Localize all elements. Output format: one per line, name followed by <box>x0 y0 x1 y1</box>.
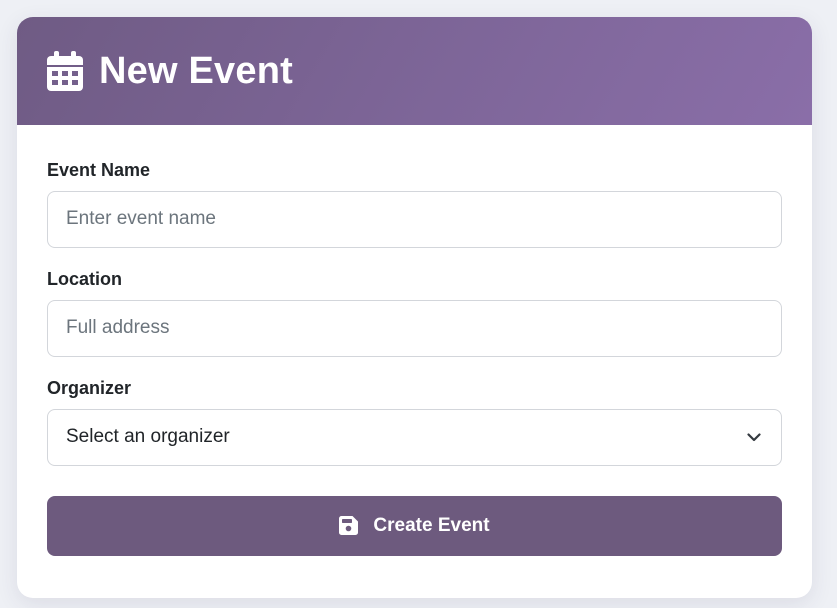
card-header: New Event <box>17 17 812 125</box>
event-name-input[interactable] <box>47 190 782 248</box>
create-event-label: Create Event <box>373 514 490 536</box>
organizer-label: Organizer <box>47 377 132 398</box>
organizer-select-value: Select an organizer <box>66 426 230 448</box>
organizer-select[interactable]: Select an organizer <box>47 408 782 466</box>
location-input[interactable] <box>47 299 782 357</box>
save-icon <box>339 516 359 536</box>
chevron-down-icon <box>747 433 761 441</box>
organizer-field-group: Organizer Select an organizer <box>47 377 782 466</box>
page-title: New Event <box>99 50 293 92</box>
location-field-group: Location <box>47 268 782 357</box>
create-event-button[interactable]: Create Event <box>47 495 782 556</box>
event-name-field-group: Event Name <box>47 161 782 248</box>
event-name-label: Event Name <box>47 160 151 180</box>
calendar-icon <box>47 51 83 91</box>
event-form: Event Name Location Organizer Select an … <box>17 125 812 556</box>
new-event-card: New Event Event Name Location Organizer … <box>17 17 812 598</box>
location-label: Location <box>47 268 122 289</box>
